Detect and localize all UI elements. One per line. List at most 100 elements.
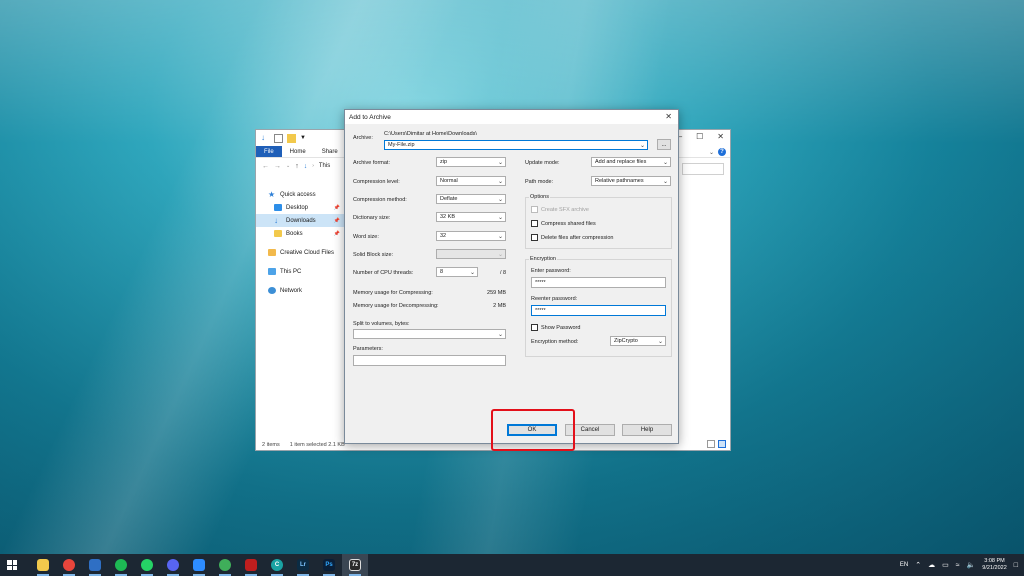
up-arrow-icon[interactable]: ↑ <box>295 163 299 170</box>
help-button[interactable]: Help <box>622 424 672 436</box>
battery-icon[interactable]: ▭ <box>942 561 949 569</box>
taskbar-app-spotify-alt[interactable] <box>212 554 238 576</box>
folder-icon <box>287 133 296 143</box>
compress-shared-checkbox[interactable]: Compress shared files <box>531 220 596 227</box>
back-arrow-icon[interactable]: ← <box>262 163 269 170</box>
file-explorer-icon <box>37 559 49 571</box>
tab-home[interactable]: Home <box>282 146 314 157</box>
search-input[interactable] <box>682 163 724 175</box>
taskbar-app-7zip[interactable]: 7z <box>342 554 368 576</box>
path-mode-label: Path mode: <box>525 179 554 185</box>
volume-icon[interactable]: 🔈 <box>967 561 976 569</box>
compression-level-select[interactable]: Normal ⌄ <box>436 176 506 186</box>
encryption-method-select[interactable]: ZipCrypto ⌄ <box>610 336 666 346</box>
enter-password-input[interactable]: ***** <box>531 277 666 288</box>
7zip-icon: 7z <box>349 559 361 571</box>
taskbar-app-whatsapp[interactable] <box>134 554 160 576</box>
chevron-down-icon: ⌄ <box>497 160 503 166</box>
browse-button[interactable]: ... <box>657 139 671 150</box>
nav-item-desktop[interactable]: Desktop 📌 <box>256 201 344 214</box>
archive-name-combo[interactable]: My-File.zip ⌄ <box>384 140 648 150</box>
taskbar-app-filezilla[interactable] <box>238 554 264 576</box>
taskbar-app-photoshop[interactable]: Ps <box>316 554 342 576</box>
language-indicator[interactable]: EN <box>900 562 908 568</box>
nav-item-books[interactable]: Books 📌 <box>256 227 344 240</box>
taskbar-app-chrome[interactable] <box>56 554 82 576</box>
taskbar-app-file-explorer[interactable] <box>30 554 56 576</box>
parameters-label: Parameters: <box>353 346 383 352</box>
nav-item-quick-access[interactable]: ★ Quick access <box>256 188 344 201</box>
word-size-select[interactable]: 32 ⌄ <box>436 231 506 241</box>
checkbox-box <box>531 234 538 241</box>
large-icons-view-icon[interactable] <box>718 440 726 448</box>
close-icon[interactable]: ✕ <box>717 132 724 141</box>
cpu-threads-label: Number of CPU threads: <box>353 270 414 276</box>
delete-after-checkbox[interactable]: Delete files after compression <box>531 234 613 241</box>
taskbar-app-onedrive[interactable] <box>82 554 108 576</box>
archive-path: C:\Users\Dimitar at Home\Downloads\ <box>384 131 477 137</box>
dictionary-size-label: Dictionary size: <box>353 215 391 221</box>
explorer-window-controls: — ☐ ✕ <box>674 132 724 141</box>
pin-icon: 📌 <box>333 230 340 237</box>
dialog-titlebar: Add to Archive ✕ <box>345 110 678 124</box>
start-button[interactable] <box>0 554 24 576</box>
tray-chevron-up-icon[interactable]: ⌃ <box>915 561 921 569</box>
encryption-method-label: Encryption method: <box>531 339 579 345</box>
archive-format-label: Archive format: <box>353 160 390 166</box>
tab-file[interactable]: File <box>256 146 282 157</box>
show-password-checkbox[interactable]: Show Password <box>531 324 580 331</box>
network-icon <box>268 287 276 294</box>
notifications-icon[interactable]: □ <box>1014 562 1018 569</box>
download-icon: ↓ <box>274 216 278 225</box>
discord-icon <box>167 559 179 571</box>
clock[interactable]: 3:08 PM 9/21/2022 <box>982 558 1006 572</box>
checkbox-box <box>531 220 538 227</box>
archive-format-select[interactable]: zip ⌄ <box>436 157 506 167</box>
add-to-archive-dialog[interactable]: Add to Archive ✕ Archive: C:\Users\Dimit… <box>344 109 679 444</box>
dictionary-size-select[interactable]: 32 KB ⌄ <box>436 212 506 222</box>
maximize-icon[interactable]: ☐ <box>696 132 703 141</box>
checkbox-box <box>531 206 538 213</box>
recent-dropdown-icon[interactable]: ⌄ <box>286 163 290 169</box>
reenter-password-input[interactable]: ***** <box>531 305 666 316</box>
address-path[interactable]: This <box>319 163 330 169</box>
parameters-input[interactable] <box>353 355 506 366</box>
help-icon[interactable]: ? <box>718 148 726 156</box>
forward-arrow-icon[interactable]: → <box>274 163 281 170</box>
chevron-down-icon: ⌄ <box>662 160 668 166</box>
nav-item-downloads[interactable]: ↓ Downloads 📌 <box>256 214 344 227</box>
path-mode-select[interactable]: Relative pathnames ⌄ <box>591 176 671 186</box>
nav-item-this-pc[interactable]: This PC <box>256 265 344 278</box>
quick-access-dropdown-icon[interactable]: ▼ <box>300 135 306 141</box>
nav-item-creative-cloud[interactable]: Creative Cloud Files <box>256 246 344 259</box>
update-mode-select[interactable]: Add and replace files ⌄ <box>591 157 671 167</box>
taskbar-app-zoom[interactable] <box>186 554 212 576</box>
wifi-icon[interactable]: ≈ <box>956 562 960 569</box>
reenter-password-label: Reenter password: <box>531 296 578 302</box>
close-icon[interactable]: ✕ <box>665 112 672 121</box>
tab-share[interactable]: Share <box>314 146 346 157</box>
photoshop-icon: Ps <box>323 559 335 571</box>
details-view-icon[interactable] <box>707 440 715 448</box>
nav-item-network[interactable]: Network <box>256 284 344 297</box>
archive-name-value: My-File.zip <box>388 142 415 148</box>
ribbon-expand-icon[interactable]: ⌄ <box>709 149 714 156</box>
taskbar-app-lightroom[interactable]: Lr <box>290 554 316 576</box>
pin-icon: 📌 <box>333 217 340 224</box>
folder-icon <box>274 230 282 237</box>
word-size-label: Word size: <box>353 234 379 240</box>
taskbar-app-edge[interactable]: C <box>264 554 290 576</box>
taskbar-app-discord[interactable] <box>160 554 186 576</box>
compression-method-select[interactable]: Deflate ⌄ <box>436 194 506 204</box>
spotify-icon <box>115 559 127 571</box>
chevron-down-icon: ⌄ <box>657 339 663 345</box>
taskbar-app-spotify[interactable] <box>108 554 134 576</box>
onedrive-tray-icon[interactable]: ☁ <box>928 561 935 569</box>
clock-date: 9/21/2022 <box>982 565 1007 571</box>
cpu-threads-select[interactable]: 8 ⌄ <box>436 267 478 277</box>
status-selected: 1 item selected 2.1 KB <box>289 442 345 448</box>
select-value: ZipCrypto <box>614 338 638 344</box>
split-volumes-combo[interactable]: ⌄ <box>353 329 506 339</box>
document-icon <box>274 133 283 143</box>
update-mode-label: Update mode: <box>525 160 560 166</box>
